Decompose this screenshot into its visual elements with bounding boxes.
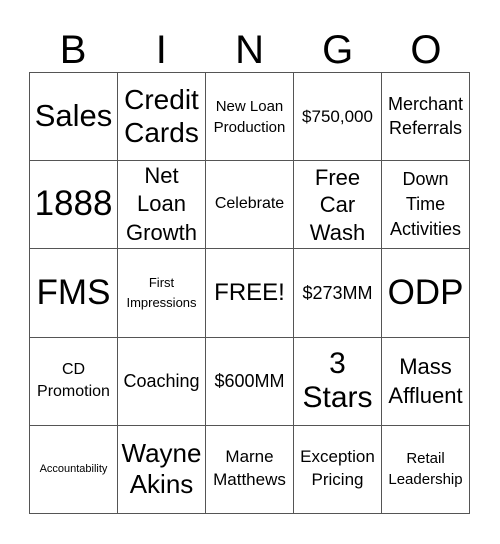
cell-label: New Loan Production — [213, 97, 286, 136]
bingo-cell[interactable]: FREE! — [206, 249, 294, 338]
bingo-cell[interactable]: Down Time Activities — [382, 161, 470, 250]
header-letter-o: O — [410, 28, 442, 72]
cell-label: Exception Pricing — [300, 447, 375, 490]
cell-label: Down Time Activities — [389, 169, 461, 240]
cell-label: Accountability — [39, 462, 108, 475]
bingo-cell[interactable]: Marne Matthews — [206, 425, 294, 514]
cell-label: CD Promotion — [37, 360, 110, 401]
bingo-cell[interactable]: Mass Affluent — [382, 337, 470, 426]
bingo-cell[interactable]: Retail Leadership — [382, 425, 470, 514]
cell-label: $600MM — [214, 370, 285, 391]
bingo-cell[interactable]: Exception Pricing — [294, 425, 382, 514]
cell-label: Retail Leadership — [388, 449, 463, 489]
cell-label: FREE! — [214, 279, 285, 307]
bingo-cell[interactable]: $600MM — [206, 337, 294, 426]
bingo-cell[interactable]: Wayne Akins — [118, 425, 206, 514]
bingo-cell[interactable]: ODP — [382, 249, 470, 338]
cell-label: Marne Matthews — [213, 447, 286, 490]
cell-label: Credit Cards — [124, 84, 199, 148]
cell-label: Celebrate — [214, 195, 285, 213]
bingo-cell[interactable]: $273MM — [294, 249, 382, 338]
bingo-cell[interactable]: Merchant Referrals — [382, 73, 470, 162]
bingo-cell[interactable]: Net Loan Growth — [118, 161, 206, 250]
cell-label: Sales — [34, 98, 113, 134]
bingo-cell[interactable]: 1888 — [30, 161, 118, 250]
bingo-cell[interactable]: Credit Cards — [118, 73, 206, 162]
header-letter-n: N — [235, 28, 264, 72]
bingo-cell[interactable]: Coaching — [118, 337, 206, 426]
header-letter-i: I — [155, 28, 167, 72]
cell-label: 3 Stars — [302, 346, 373, 415]
cell-label: Merchant Referrals — [387, 94, 464, 138]
bingo-cell[interactable]: FMS — [30, 249, 118, 338]
cell-label: Free Car Wash — [309, 164, 366, 245]
bingo-cell[interactable]: Free Car Wash — [294, 161, 382, 250]
cell-label: $273MM — [302, 282, 373, 303]
cell-label: FMS — [36, 272, 111, 312]
bingo-cell[interactable]: CD Promotion — [30, 337, 118, 426]
cell-label: 1888 — [34, 184, 113, 224]
header-letter-b: B — [59, 28, 87, 72]
header-letter-g: G — [322, 28, 354, 72]
bingo-cell[interactable]: Accountability — [30, 425, 118, 514]
cell-label: Wayne Akins — [121, 438, 202, 500]
bingo-grid: Sales Credit Cards New Loan Production $750… — [29, 72, 470, 514]
cell-label: Coaching — [123, 370, 200, 391]
bingo-cell[interactable]: Celebrate — [206, 161, 294, 250]
bingo-cell[interactable]: 3 Stars — [294, 337, 382, 426]
bingo-cell[interactable]: Sales — [30, 73, 118, 162]
cell-label: First Impressions — [126, 275, 197, 310]
bingo-cell[interactable]: New Loan Production — [206, 73, 294, 162]
cell-label: Mass Affluent — [388, 353, 463, 409]
bingo-cell[interactable]: First Impressions — [118, 249, 206, 338]
cell-label: $750,000 — [302, 106, 373, 126]
bingo-cell[interactable]: $750,000 — [294, 73, 382, 162]
cell-label: ODP — [387, 272, 464, 312]
bingo-header: B I N G O — [29, 28, 470, 72]
cell-label: Net Loan Growth — [126, 162, 197, 246]
